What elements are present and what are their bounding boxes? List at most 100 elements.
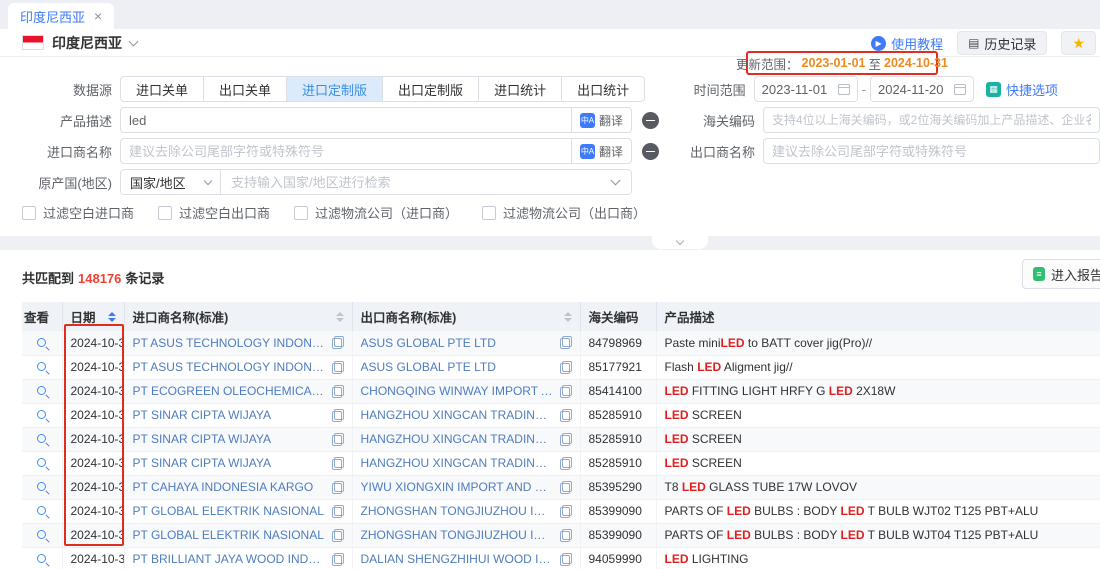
- importer-name-link[interactable]: PT SINAR CIPTA WIJAYA: [133, 456, 326, 470]
- history-button[interactable]: ▤ 历史记录: [957, 31, 1047, 55]
- importer-name-link[interactable]: PT SINAR CIPTA WIJAYA: [133, 408, 326, 422]
- origin-search-input[interactable]: [221, 175, 604, 190]
- product-input[interactable]: [121, 108, 571, 132]
- view-detail-icon[interactable]: [37, 386, 46, 395]
- synonym-icon[interactable]: [642, 143, 659, 160]
- datasource-option-3[interactable]: 出口定制版: [382, 76, 479, 102]
- exporter-name-link[interactable]: YIWU XIONGXIN IMPORT AND EXPORT...: [361, 480, 554, 494]
- copy-icon[interactable]: [332, 336, 344, 349]
- view-detail-icon[interactable]: [37, 554, 46, 563]
- datasource-label: 数据源: [0, 80, 120, 99]
- enter-report-button[interactable]: ≡ 进入报告: [1022, 259, 1100, 289]
- filter-checkbox-1[interactable]: 过滤空白出口商: [158, 203, 270, 222]
- product-desc-cell: LED LIGHTING: [656, 547, 1100, 569]
- copy-icon[interactable]: [332, 457, 344, 470]
- copy-icon[interactable]: [560, 505, 572, 518]
- tab-indonesia[interactable]: 印度尼西亚 ×: [8, 3, 114, 29]
- importer-name-link[interactable]: PT CAHAYA INDONESIA KARGO: [133, 480, 326, 494]
- view-detail-icon[interactable]: [37, 530, 46, 539]
- quick-options-link[interactable]: ▦ 快捷选项: [986, 80, 1058, 99]
- exporter-name-link[interactable]: HANGZHOU XINGCAN TRADING CO LTD: [361, 432, 554, 446]
- sort-icon[interactable]: [558, 312, 572, 322]
- view-detail-icon[interactable]: [37, 410, 46, 419]
- copy-icon[interactable]: [332, 505, 344, 518]
- checkbox-icon[interactable]: [158, 206, 172, 220]
- column-header-1[interactable]: 日期: [62, 302, 124, 331]
- importer-name-link[interactable]: PT SINAR CIPTA WIJAYA: [133, 432, 326, 446]
- view-detail-icon[interactable]: [37, 338, 46, 347]
- datasource-option-2[interactable]: 进口定制版: [286, 76, 383, 102]
- filter-checkbox-2[interactable]: 过滤物流公司（进口商）: [294, 203, 458, 222]
- copy-icon[interactable]: [560, 529, 572, 542]
- filter-checkbox-3[interactable]: 过滤物流公司（出口商）: [482, 203, 646, 222]
- exporter-name-link[interactable]: HANGZHOU XINGCAN TRADING CO LTD: [361, 408, 554, 422]
- product-desc-cell: LED SCREEN: [656, 451, 1100, 475]
- copy-icon[interactable]: [560, 336, 572, 349]
- copy-icon[interactable]: [560, 409, 572, 422]
- copy-icon[interactable]: [332, 433, 344, 446]
- datasource-option-4[interactable]: 进口统计: [478, 76, 562, 102]
- end-date-input[interactable]: 2024-11-20: [870, 76, 974, 102]
- copy-icon[interactable]: [332, 481, 344, 494]
- importer-name-link[interactable]: PT GLOBAL ELEKTRIK NASIONAL: [133, 504, 326, 518]
- importer-name-link[interactable]: PT GLOBAL ELEKTRIK NASIONAL: [133, 528, 326, 542]
- checkbox-icon[interactable]: [22, 206, 36, 220]
- exporter-name-link[interactable]: CHONGQING WINWAY IMPORT AND E...: [361, 384, 554, 398]
- date-cell: 2024-10-31: [62, 547, 124, 569]
- copy-icon[interactable]: [332, 361, 344, 374]
- copy-icon[interactable]: [560, 481, 572, 494]
- chevron-down-icon[interactable]: [611, 176, 621, 186]
- copy-icon[interactable]: [332, 529, 344, 542]
- importer-name-link[interactable]: PT BRILLIANT JAYA WOOD INDUSTRY: [133, 552, 326, 566]
- translate-button[interactable]: 中A 翻译: [571, 139, 631, 163]
- tutorial-link[interactable]: ▶ 使用教程: [871, 34, 943, 53]
- chevron-down-icon[interactable]: [129, 36, 139, 46]
- exporter-name-link[interactable]: ASUS GLOBAL PTE LTD: [361, 336, 554, 350]
- copy-icon[interactable]: [560, 553, 572, 566]
- tab-close-icon[interactable]: ×: [94, 9, 102, 23]
- hs-code-label: 海关编码: [665, 111, 763, 130]
- favorite-button[interactable]: ★: [1061, 31, 1096, 55]
- view-detail-icon[interactable]: [37, 362, 46, 371]
- view-detail-icon[interactable]: [37, 482, 46, 491]
- exporter-name-link[interactable]: HANGZHOU XINGCAN TRADING CO LTD: [361, 456, 554, 470]
- datasource-option-1[interactable]: 出口关单: [203, 76, 287, 102]
- origin-type-select[interactable]: 国家/地区: [121, 170, 221, 194]
- exporter-name-link[interactable]: ZHONGSHAN TONGJIUZHOU INTERNA...: [361, 504, 554, 518]
- importer-name-link[interactable]: PT ECOGREEN OLEOCHEMICALS: [133, 384, 326, 398]
- copy-icon[interactable]: [332, 409, 344, 422]
- copy-icon[interactable]: [560, 457, 572, 470]
- hs-code-cell: 85414100: [580, 379, 656, 403]
- sort-icon[interactable]: [102, 312, 116, 322]
- hs-code-input[interactable]: [764, 108, 1099, 132]
- copy-icon[interactable]: [332, 553, 344, 566]
- datasource-option-5[interactable]: 出口统计: [561, 76, 645, 102]
- exporter-input[interactable]: [764, 139, 1099, 163]
- column-header-2[interactable]: 进口商名称(标准): [124, 302, 352, 331]
- sort-icon[interactable]: [330, 312, 344, 322]
- importer-input[interactable]: [121, 139, 571, 163]
- copy-icon[interactable]: [560, 433, 572, 446]
- view-detail-icon[interactable]: [37, 506, 46, 515]
- copy-icon[interactable]: [560, 361, 572, 374]
- translate-button[interactable]: 中A 翻译: [571, 108, 631, 132]
- copy-icon[interactable]: [332, 385, 344, 398]
- importer-name-link[interactable]: PT ASUS TECHNOLOGY INDONESIA BA...: [133, 336, 326, 350]
- view-detail-icon[interactable]: [37, 458, 46, 467]
- filter-checkbox-0[interactable]: 过滤空白进口商: [22, 203, 134, 222]
- exporter-name-link[interactable]: ZHONGSHAN TONGJIUZHOU INTERNA...: [361, 528, 554, 542]
- datasource-option-0[interactable]: 进口关单: [120, 76, 204, 102]
- collapse-toggle[interactable]: [652, 236, 708, 249]
- view-detail-icon[interactable]: [37, 434, 46, 443]
- exporter-name-link[interactable]: ASUS GLOBAL PTE LTD: [361, 360, 554, 374]
- copy-icon[interactable]: [560, 385, 572, 398]
- date-cell: 2024-10-31: [62, 427, 124, 451]
- checkbox-icon[interactable]: [294, 206, 308, 220]
- column-header-3[interactable]: 出口商名称(标准): [352, 302, 580, 331]
- importer-name-link[interactable]: PT ASUS TECHNOLOGY INDONESIA BA...: [133, 360, 326, 374]
- exporter-name-link[interactable]: DALIAN SHENGZHIHUI WOOD INDUST...: [361, 552, 554, 566]
- start-date-input[interactable]: 2023-11-01: [754, 76, 858, 102]
- country-name: 印度尼西亚: [52, 33, 122, 53]
- synonym-icon[interactable]: [642, 112, 659, 129]
- checkbox-icon[interactable]: [482, 206, 496, 220]
